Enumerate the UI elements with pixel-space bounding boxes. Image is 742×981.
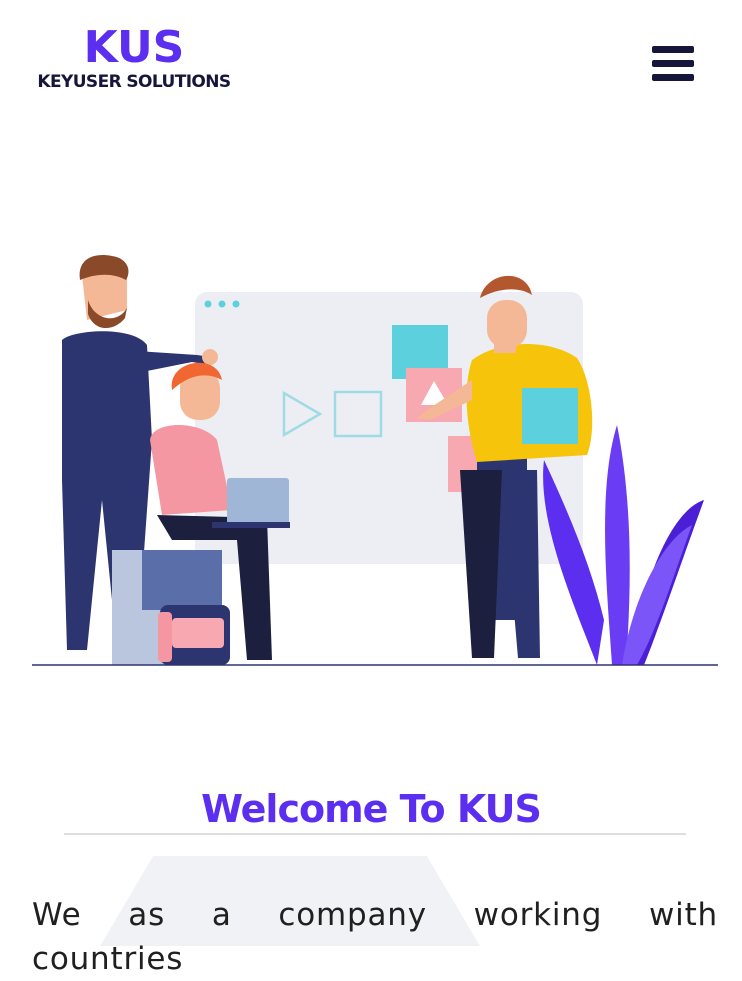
hamburger-menu-icon[interactable] bbox=[648, 42, 698, 86]
brand-logo-link[interactable]: KUS KEYUSER SOLUTIONS bbox=[32, 22, 236, 92]
brand-name: KUS bbox=[83, 22, 185, 73]
brand-tagline: KEYUSER SOLUTIONS bbox=[37, 72, 231, 92]
intro-paragraph: We as a company working with countries bbox=[32, 897, 718, 977]
welcome-heading: Welcome To KUS bbox=[201, 787, 542, 832]
heading-divider bbox=[64, 833, 686, 835]
hero-illustration bbox=[32, 240, 718, 666]
